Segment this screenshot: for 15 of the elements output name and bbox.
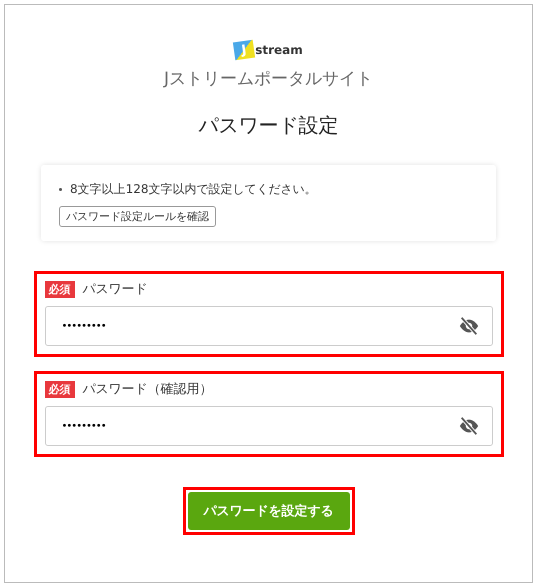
- bullet-icon: [59, 188, 62, 191]
- required-badge: 必須: [44, 280, 74, 298]
- field-label: パスワード: [82, 281, 148, 298]
- rules-button[interactable]: パスワード設定ルールを確認: [59, 206, 216, 227]
- field-label: パスワード（確認用）: [82, 381, 212, 398]
- required-badge: 必須: [44, 380, 74, 398]
- password-field[interactable]: •••••••••: [44, 406, 492, 446]
- page-title: パスワード設定: [198, 112, 338, 139]
- eye-slash-icon[interactable]: [458, 315, 480, 337]
- site-title: Jストリームポータルサイト: [164, 68, 373, 90]
- password-field[interactable]: •••••••••: [44, 306, 492, 346]
- rule-text: 8文字以上128文字以内で設定してください。: [70, 181, 317, 198]
- logo-mark: J: [233, 40, 256, 60]
- eye-slash-icon[interactable]: [458, 415, 480, 437]
- logo-text: stream: [255, 43, 303, 57]
